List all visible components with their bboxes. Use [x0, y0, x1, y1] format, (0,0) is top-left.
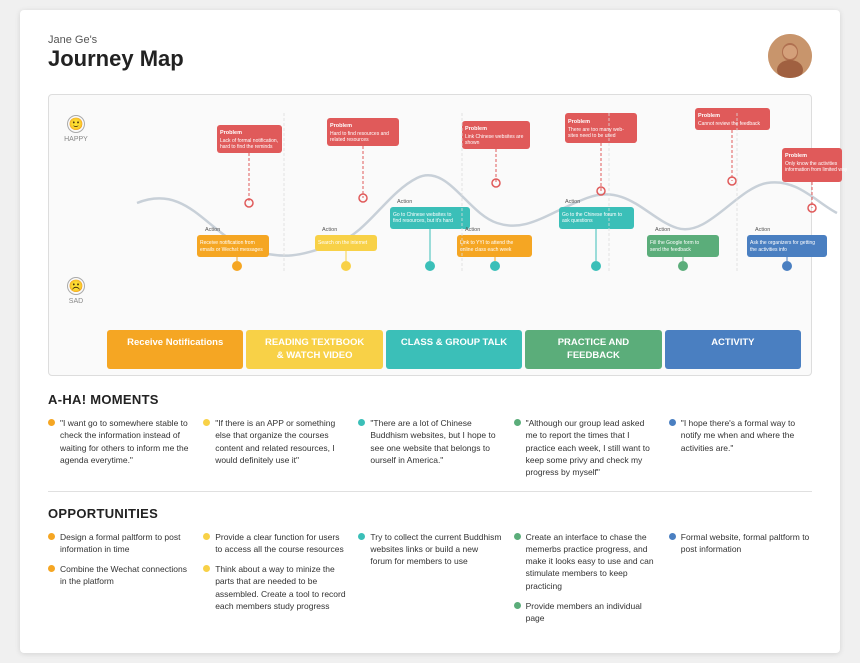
- opportunities-grid: Design a formal paltform to post informa…: [48, 531, 812, 625]
- opp-dot-6: [514, 533, 521, 540]
- svg-text:Ask the organizers for getting: Ask the organizers for getting: [750, 240, 815, 246]
- aha-item-2: "If there is an APP or something else th…: [203, 417, 346, 479]
- opp-item-3: Provide a clear function for users to ac…: [203, 531, 346, 556]
- category-class-group-talk: CLASS & GROUP TALK: [386, 330, 522, 369]
- opp-item-6: Create an interface to chase the memerbs…: [514, 531, 657, 593]
- svg-text:related resources: related resources: [330, 137, 369, 143]
- journey-map-container: 🙂 HAPPY ☹️ SAD Problem Lack of formal no…: [48, 94, 812, 376]
- happy-icon: 🙂: [67, 115, 85, 133]
- aha-text-5: "I hope there's a formal way to notify m…: [681, 417, 812, 454]
- aha-dot-4: [514, 419, 521, 426]
- opp-item-7: Provide members an individual page: [514, 600, 657, 625]
- category-reading-textbook: READING TEXTBOOK& WATCH VIDEO: [246, 330, 382, 369]
- category-bars: Receive Notifications READING TEXTBOOK& …: [107, 330, 801, 369]
- opp-dot-5: [358, 533, 365, 540]
- svg-text:Action: Action: [755, 227, 770, 233]
- svg-text:Action: Action: [397, 199, 412, 205]
- header-text: Jane Ge's Journey Map: [48, 34, 184, 72]
- svg-text:Receive notification from: Receive notification from: [200, 240, 255, 246]
- opp-dot-3: [203, 533, 210, 540]
- svg-text:emails or Wechat messages: emails or Wechat messages: [200, 247, 263, 253]
- sad-label: ☹️ SAD: [67, 277, 85, 305]
- opp-text-8: Formal website, formal paltform to post …: [681, 531, 812, 556]
- opp-text-7: Provide members an individual page: [526, 600, 657, 625]
- opp-text-3: Provide a clear function for users to ac…: [215, 531, 346, 556]
- svg-text:send the feedback: send the feedback: [650, 247, 691, 253]
- aha-moments-grid: "I want go to somewhere stable to check …: [48, 417, 812, 479]
- aha-item-4: "Although our group lead asked me to rep…: [514, 417, 657, 479]
- svg-text:Action: Action: [205, 227, 220, 233]
- opp-item-2: Combine the Wechat connections in the pl…: [48, 563, 191, 588]
- opp-item-4: Think about a way to minize the parts th…: [203, 563, 346, 612]
- opp-text-6: Create an interface to chase the memerbs…: [526, 531, 657, 593]
- svg-text:Problem: Problem: [698, 113, 720, 119]
- svg-text:sites need to be used: sites need to be used: [568, 133, 616, 139]
- svg-text:Problem: Problem: [330, 123, 352, 129]
- sad-icon: ☹️: [67, 277, 85, 295]
- opp-item-1: Design a formal paltform to post informa…: [48, 531, 191, 556]
- opp-text-4: Think about a way to minize the parts th…: [215, 563, 346, 612]
- aha-text-2: "If there is an APP or something else th…: [215, 417, 346, 466]
- journey-svg: Problem Lack of formal notification, har…: [107, 103, 847, 323]
- chart-area: Problem Lack of formal notification, har…: [107, 103, 801, 328]
- avatar: [768, 34, 812, 78]
- aha-dot-1: [48, 419, 55, 426]
- page-title: Journey Map: [48, 46, 184, 72]
- svg-text:Search on the internet: Search on the internet: [318, 240, 368, 246]
- opp-dot-7: [514, 602, 521, 609]
- aha-text-4: "Although our group lead asked me to rep…: [526, 417, 657, 479]
- category-receive-notifications: Receive Notifications: [107, 330, 243, 369]
- svg-text:information from limited ways: information from limited ways: [785, 167, 847, 173]
- aha-moments-title: A-HA! MOMENTS: [48, 392, 812, 407]
- opp-dot-1: [48, 533, 55, 540]
- svg-text:ask questions: ask questions: [562, 218, 593, 224]
- opp-dot-4: [203, 565, 210, 572]
- svg-text:Link to YYI to attend the: Link to YYI to attend the: [460, 240, 513, 246]
- opp-item-5: Try to collect the current Buddhism webs…: [358, 531, 501, 568]
- svg-text:Problem: Problem: [785, 153, 807, 159]
- svg-text:Fill the Google form to: Fill the Google form to: [650, 240, 699, 246]
- svg-text:Problem: Problem: [568, 119, 590, 125]
- divider: [48, 491, 812, 492]
- svg-text:online class each week: online class each week: [460, 247, 512, 253]
- aha-dot-2: [203, 419, 210, 426]
- svg-text:find resources, but it's hard: find resources, but it's hard: [393, 218, 453, 224]
- opp-text-5: Try to collect the current Buddhism webs…: [370, 531, 501, 568]
- opp-text-1: Design a formal paltform to post informa…: [60, 531, 191, 556]
- svg-text:shown: shown: [465, 140, 480, 146]
- category-activity: ACTIVITY: [665, 330, 801, 369]
- aha-item-5: "I hope there's a formal way to notify m…: [669, 417, 812, 479]
- aha-dot-5: [669, 419, 676, 426]
- opp-dot-8: [669, 533, 676, 540]
- svg-text:Action: Action: [465, 227, 480, 233]
- emotion-labels: 🙂 HAPPY ☹️ SAD: [55, 95, 97, 315]
- svg-text:Action: Action: [655, 227, 670, 233]
- svg-text:Problem: Problem: [220, 130, 242, 136]
- opp-item-8: Formal website, formal paltform to post …: [669, 531, 812, 556]
- header-subtitle: Jane Ge's: [48, 34, 184, 46]
- svg-text:Action: Action: [565, 199, 580, 205]
- svg-text:Action: Action: [322, 227, 337, 233]
- page-header: Jane Ge's Journey Map: [48, 34, 812, 78]
- aha-item-3: "There are a lot of Chinese Buddhism web…: [358, 417, 501, 479]
- happy-label: 🙂 HAPPY: [64, 115, 88, 143]
- svg-text:hard to find the reminds: hard to find the reminds: [220, 144, 273, 150]
- aha-dot-3: [358, 419, 365, 426]
- opp-text-2: Combine the Wechat connections in the pl…: [60, 563, 191, 588]
- opp-dot-2: [48, 565, 55, 572]
- svg-text:Problem: Problem: [465, 126, 487, 132]
- aha-item-1: "I want go to somewhere stable to check …: [48, 417, 191, 479]
- opportunities-title: OPPORTUNITIES: [48, 506, 812, 521]
- aha-text-1: "I want go to somewhere stable to check …: [60, 417, 191, 466]
- aha-text-3: "There are a lot of Chinese Buddhism web…: [370, 417, 501, 466]
- svg-text:the activities info: the activities info: [750, 247, 787, 253]
- svg-text:Cannot review the feedback: Cannot review the feedback: [698, 121, 760, 127]
- category-practice-feedback: PRACTICE AND FEEDBACK: [525, 330, 661, 369]
